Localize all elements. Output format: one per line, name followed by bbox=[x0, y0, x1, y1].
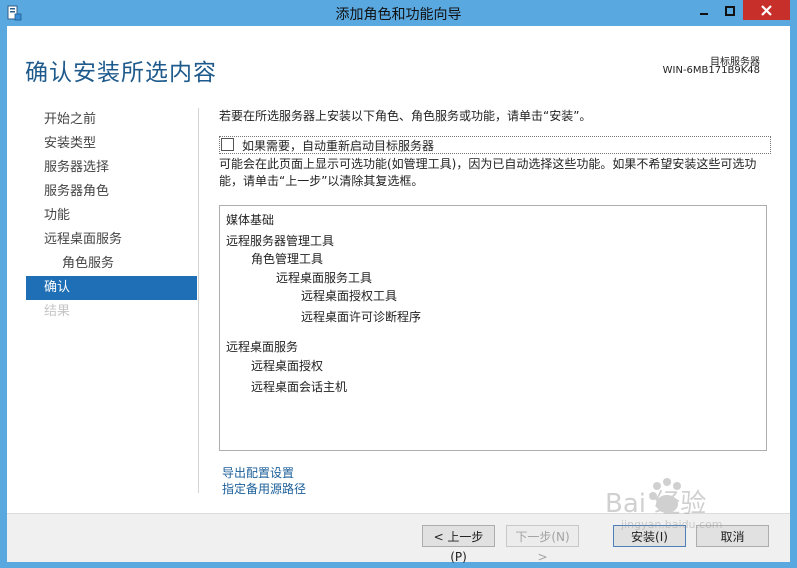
nav-item-role-services[interactable]: 角色服务 bbox=[26, 252, 197, 276]
previous-button[interactable]: < 上一步(P) bbox=[422, 525, 495, 564]
restart-checkbox-label[interactable]: 如果需要，自动重新启动目标服务器 bbox=[242, 137, 434, 154]
nav-divider bbox=[198, 108, 199, 493]
feature-item: 远程服务器管理工具 bbox=[226, 234, 335, 248]
nav-item-results: 结果 bbox=[44, 304, 71, 319]
optional-features-note: 可能会在此页面上显示可选功能(如管理工具)，因为已自动选择这些功能。如果不希望安… bbox=[219, 157, 757, 188]
feature-item: 角色管理工具 bbox=[251, 252, 324, 266]
next-button: 下一步(N) > bbox=[506, 525, 579, 564]
nav-item-before-you-begin[interactable]: 开始之前 bbox=[26, 108, 197, 132]
feature-item: 远程桌面授权 bbox=[251, 359, 324, 373]
nav-item-confirmation[interactable]: 确认 bbox=[26, 276, 197, 300]
feature-item: 远程桌面服务 bbox=[226, 340, 299, 354]
wizard-nav: 开始之前 安装类型 服务器选择 服务器角色 功能 远程桌面服务 角色服务 确认 … bbox=[26, 108, 197, 324]
feature-item: 媒体基础 bbox=[226, 213, 275, 227]
nav-item-remote-desktop-services[interactable]: 远程桌面服务 bbox=[26, 228, 197, 252]
title-bar[interactable]: 添加角色和功能向导 bbox=[0, 0, 797, 26]
selected-features-list[interactable]: 媒体基础 远程服务器管理工具 角色管理工具 远程桌面服务工具 远程桌面授权工具 … bbox=[219, 205, 767, 451]
nav-item-server-selection[interactable]: 服务器选择 bbox=[26, 156, 197, 180]
nav-item-server-roles[interactable]: 服务器角色 bbox=[26, 180, 197, 204]
export-config-link[interactable]: 导出配置设置 bbox=[222, 464, 294, 481]
minimize-button[interactable] bbox=[690, 0, 717, 20]
close-icon bbox=[761, 1, 772, 20]
baidu-jingyan-watermark: Bai 经验 jingyan.baidu.com bbox=[585, 470, 785, 531]
close-button[interactable] bbox=[743, 0, 790, 20]
feature-item: 远程桌面许可诊断程序 bbox=[301, 310, 422, 324]
target-server-name: WIN-6MB171B9K48 bbox=[662, 65, 760, 76]
intro-text: 若要在所选服务器上安装以下角色、角色服务或功能，请单击“安装”。 bbox=[219, 109, 592, 123]
restart-checkbox[interactable] bbox=[221, 138, 234, 151]
wizard-window: 添加角色和功能向导 确认安装所选内容 目标服务器 WIN-6MB171B9K48… bbox=[0, 0, 797, 568]
alternate-source-link[interactable]: 指定备用源路径 bbox=[222, 480, 306, 497]
watermark-subtext: jingyan.baidu.com bbox=[620, 518, 723, 530]
window-title: 添加角色和功能向导 bbox=[335, 7, 462, 23]
nav-item-installation-type[interactable]: 安装类型 bbox=[26, 132, 197, 156]
feature-item: 远程桌面授权工具 bbox=[301, 289, 398, 303]
restart-checkbox-row[interactable]: 如果需要，自动重新启动目标服务器 bbox=[219, 136, 771, 154]
feature-item: 远程桌面会话主机 bbox=[251, 380, 348, 394]
minimize-icon bbox=[699, 1, 709, 20]
page-title: 确认安装所选内容 bbox=[25, 60, 217, 86]
maximize-icon bbox=[725, 1, 735, 20]
maximize-button[interactable] bbox=[717, 0, 743, 20]
nav-item-features[interactable]: 功能 bbox=[26, 204, 197, 228]
watermark-text: Bai 经验 bbox=[605, 489, 706, 519]
feature-item: 远程桌面服务工具 bbox=[276, 271, 373, 285]
